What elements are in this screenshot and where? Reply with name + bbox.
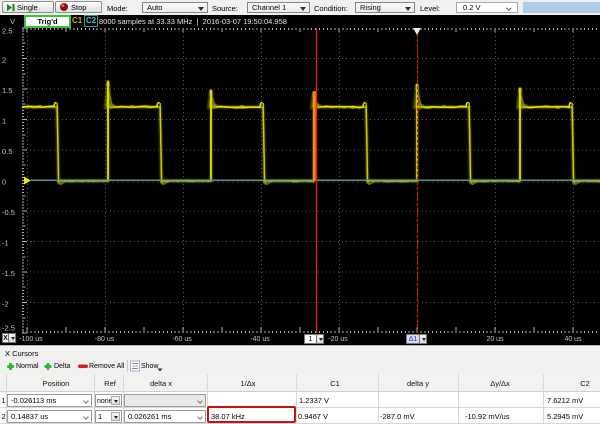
svg-text:-40 us: -40 us bbox=[250, 336, 270, 343]
svg-text:-100 us: -100 us bbox=[19, 336, 43, 343]
svg-text:1.5: 1.5 bbox=[2, 86, 12, 95]
svg-text:2: 2 bbox=[2, 56, 6, 65]
svg-text:-60 us: -60 us bbox=[172, 336, 192, 343]
svg-text:0.5: 0.5 bbox=[2, 147, 12, 156]
svg-text:V: V bbox=[10, 17, 15, 26]
svg-text:-20 us: -20 us bbox=[328, 336, 348, 343]
svg-text:-1: -1 bbox=[2, 239, 9, 248]
svg-text:-1.5: -1.5 bbox=[2, 269, 15, 278]
svg-text:1: 1 bbox=[2, 117, 6, 126]
svg-text:-2.5: -2.5 bbox=[2, 324, 15, 333]
svg-text:2.5: 2.5 bbox=[2, 27, 12, 36]
svg-text:40 us: 40 us bbox=[564, 336, 582, 343]
svg-text:20 us: 20 us bbox=[486, 336, 504, 343]
svg-text:0: 0 bbox=[2, 178, 6, 187]
svg-text:-0.5: -0.5 bbox=[2, 208, 15, 217]
svg-text:-2: -2 bbox=[2, 300, 9, 309]
svg-text:-80 us: -80 us bbox=[95, 336, 115, 343]
